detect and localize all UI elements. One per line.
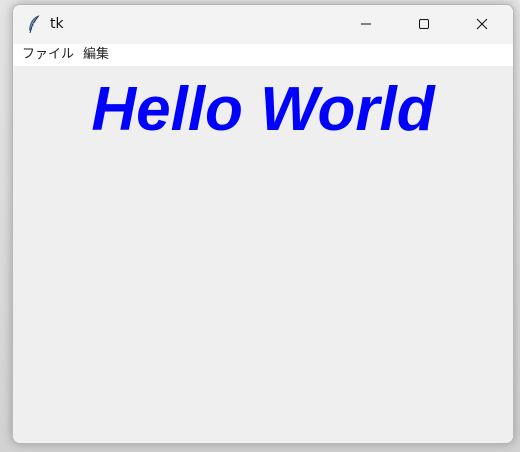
content-area: Hello World <box>13 66 513 443</box>
minimize-button[interactable] <box>343 5 389 44</box>
close-icon <box>476 15 488 34</box>
close-button[interactable] <box>459 5 505 44</box>
menu-edit[interactable]: 編集 <box>79 46 113 64</box>
menu-file[interactable]: ファイル <box>18 46 78 64</box>
maximize-button[interactable] <box>401 5 447 44</box>
tk-window: tk ファイル 編集 Hello World <box>12 4 514 444</box>
hello-world-label: Hello World <box>91 75 435 144</box>
maximize-icon <box>418 15 430 34</box>
window-title: tk <box>50 16 64 32</box>
menu-bar: ファイル 編集 <box>13 44 513 66</box>
title-bar[interactable]: tk <box>13 5 513 44</box>
feather-icon <box>27 15 41 35</box>
minimize-icon <box>360 15 372 34</box>
desktop: tk ファイル 編集 Hello World <box>0 0 520 452</box>
